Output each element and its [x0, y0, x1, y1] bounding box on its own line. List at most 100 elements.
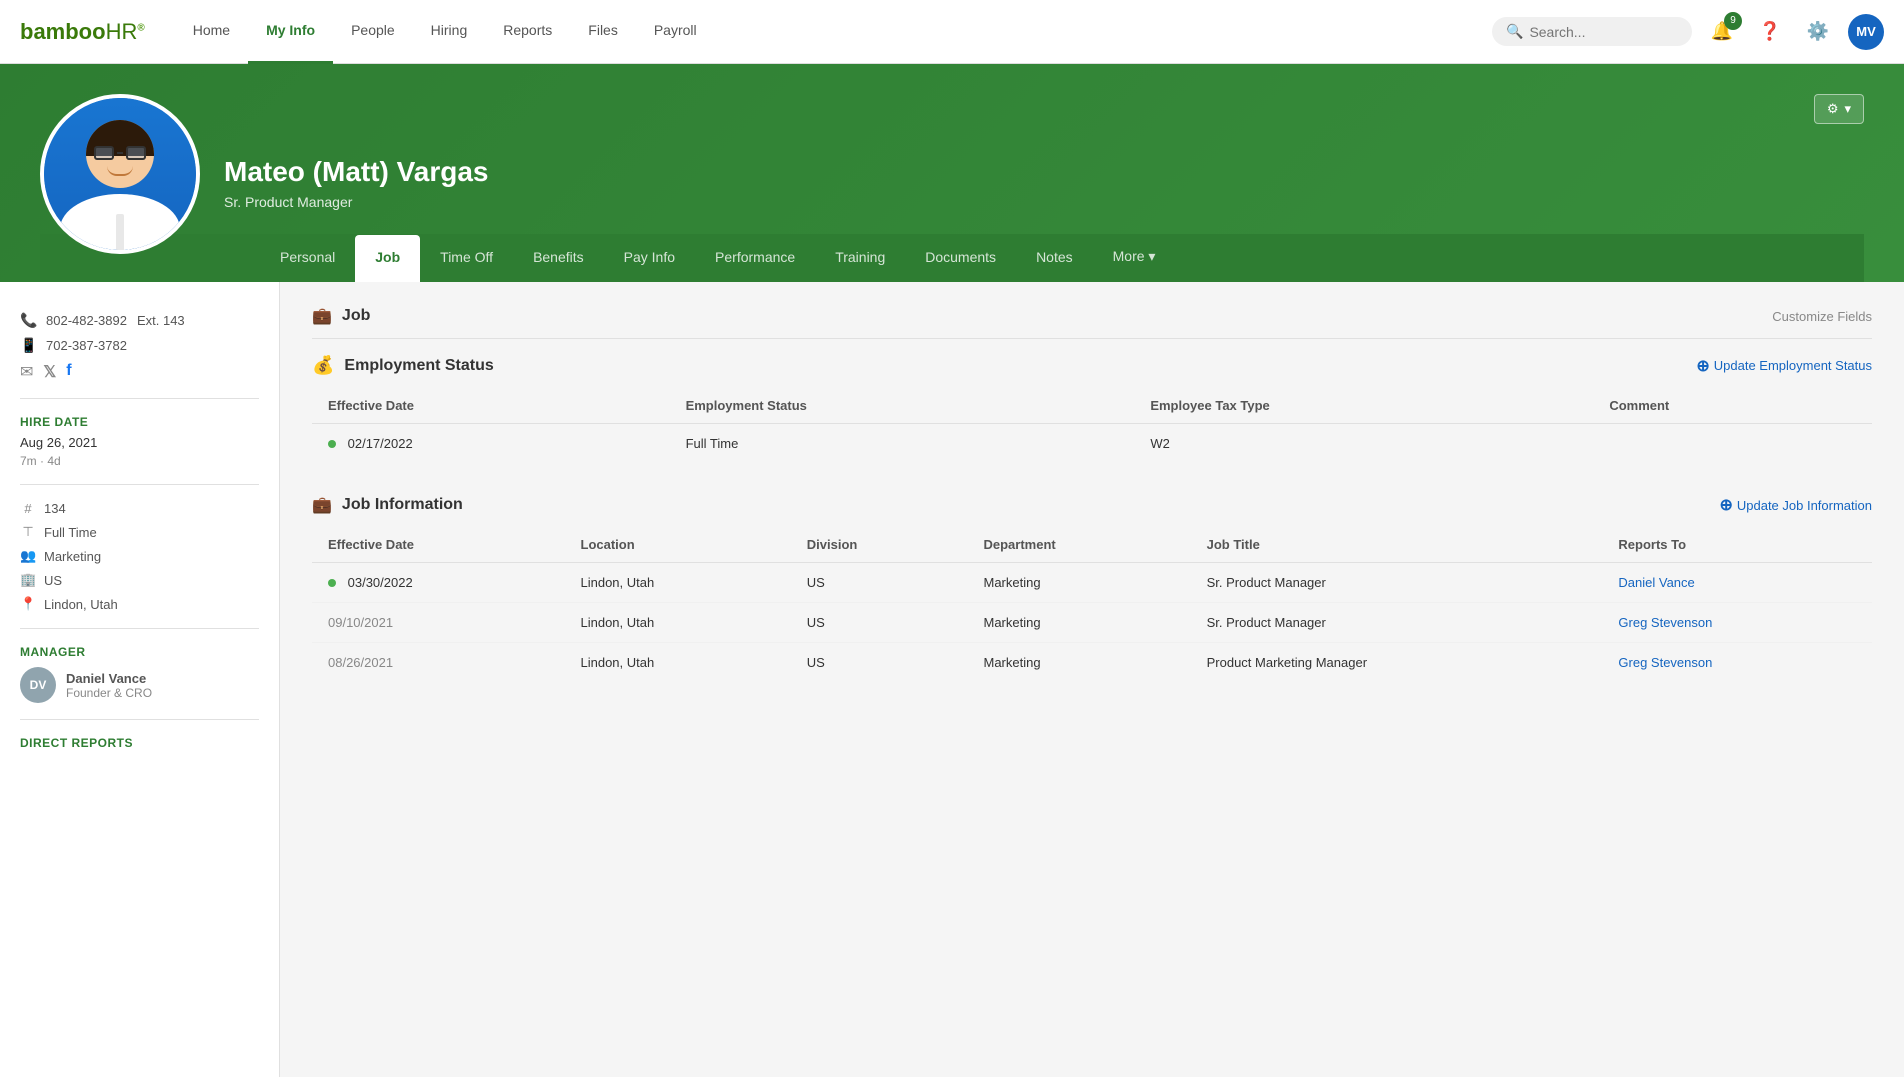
settings-dropdown-arrow: ▾ — [1844, 101, 1851, 117]
update-job-info-link[interactable]: ⊕ Update Job Information — [1719, 495, 1872, 515]
hire-date-value: Aug 26, 2021 — [20, 435, 259, 450]
job-row-2-date: 09/10/2021 — [312, 603, 565, 643]
col-location: Location — [565, 527, 791, 563]
tab-personal[interactable]: Personal — [260, 235, 355, 282]
nav-reports[interactable]: Reports — [485, 0, 570, 64]
manager-avatar: DV — [20, 667, 56, 703]
nav-payroll[interactable]: Payroll — [636, 0, 715, 64]
table-row: 02/17/2022 Full Time W2 — [312, 424, 1872, 464]
tab-benefits[interactable]: Benefits — [513, 235, 604, 282]
job-info-title: 💼 Job Information — [312, 495, 463, 515]
job-row-3-division: US — [791, 643, 968, 683]
job-section-header: 💼 Job Customize Fields — [312, 306, 1872, 326]
division-icon: 🏢 — [20, 572, 36, 588]
employment-status-table: Effective Date Employment Status Employe… — [312, 388, 1872, 463]
department-stat: 👥 Marketing — [20, 548, 259, 564]
employment-status-header: 💰 Employment Status ⊕ Update Employment … — [312, 355, 1872, 376]
job-row-2-title: Sr. Product Manager — [1191, 603, 1603, 643]
job-row-2-location: Lindon, Utah — [565, 603, 791, 643]
emp-status-value: Full Time — [670, 424, 1135, 464]
notifications-button[interactable]: 🔔 9 — [1704, 14, 1740, 50]
job-title-text: Job — [342, 307, 370, 325]
tab-pay-info[interactable]: Pay Info — [604, 235, 695, 282]
emp-status-date: 02/17/2022 — [312, 424, 670, 464]
hire-date-label: Hire Date — [20, 415, 259, 429]
notification-badge: 9 — [1724, 12, 1742, 30]
sub-nav: Personal Job Time Off Benefits Pay Info … — [40, 234, 1864, 282]
col-eff-date: Effective Date — [312, 527, 565, 563]
main-content: 📞 802-482-3892 Ext. 143 📱 702-387-3782 ✉… — [0, 282, 1904, 1077]
job-section-title: 💼 Job — [312, 306, 370, 326]
manager-label: Manager — [20, 645, 259, 659]
department-icon: 👥 — [20, 548, 36, 564]
profile-header: Mateo (Matt) Vargas Sr. Product Manager … — [0, 64, 1904, 282]
email-icon[interactable]: ✉ — [20, 362, 33, 382]
nav-my-info[interactable]: My Info — [248, 0, 333, 64]
division-stat: 🏢 US — [20, 572, 259, 588]
mobile-item: 📱 702-387-3782 — [20, 337, 259, 354]
nav-hiring[interactable]: Hiring — [413, 0, 486, 64]
active-dot-2 — [328, 579, 336, 587]
mobile-number: 702-387-3782 — [46, 338, 127, 353]
division-value: US — [44, 573, 62, 588]
briefcase-icon: 💼 — [312, 306, 332, 326]
col-job-title: Job Title — [1191, 527, 1603, 563]
col-comment: Comment — [1593, 388, 1872, 424]
search-icon: 🔍 — [1506, 23, 1523, 40]
nav-home[interactable]: Home — [175, 0, 248, 64]
plus-icon: ⊕ — [1696, 356, 1709, 376]
logo: bambooHR® — [20, 19, 145, 45]
active-dot — [328, 440, 336, 448]
job-divider — [312, 338, 1872, 339]
job-row-1-reports-to[interactable]: Daniel Vance — [1602, 563, 1872, 603]
job-row-2-department: Marketing — [968, 603, 1191, 643]
tab-performance[interactable]: Performance — [695, 235, 815, 282]
job-row-3-reports-to[interactable]: Greg Stevenson — [1602, 643, 1872, 683]
tab-more[interactable]: More ▾ — [1093, 234, 1176, 282]
phone-number: 802-482-3892 — [46, 313, 127, 328]
customize-fields-link[interactable]: Customize Fields — [1772, 309, 1872, 324]
search-input[interactable] — [1529, 24, 1678, 40]
hire-tenure: 7m · 4d — [20, 454, 259, 468]
profile-title: Sr. Product Manager — [224, 194, 489, 210]
col-division: Division — [791, 527, 968, 563]
employment-icon: 💰 — [312, 355, 334, 376]
tab-notes[interactable]: Notes — [1016, 235, 1093, 282]
tab-documents[interactable]: Documents — [905, 235, 1016, 282]
job-row-1-location: Lindon, Utah — [565, 563, 791, 603]
nav-files[interactable]: Files — [570, 0, 636, 64]
id-icon: # — [20, 501, 36, 516]
manager-row: DV Daniel Vance Founder & CRO — [20, 667, 259, 703]
content-area: 💼 Job Customize Fields 💰 Employment Stat… — [280, 282, 1904, 1077]
table-row: 09/10/2021 Lindon, Utah US Marketing Sr.… — [312, 603, 1872, 643]
location-icon: 📍 — [20, 596, 36, 612]
twitter-icon[interactable]: 𝕏 — [43, 362, 56, 382]
search-box[interactable]: 🔍 — [1492, 17, 1692, 46]
job-row-2-reports-to[interactable]: Greg Stevenson — [1602, 603, 1872, 643]
main-nav: Home My Info People Hiring Reports Files… — [175, 0, 1492, 64]
facebook-icon[interactable]: f — [66, 362, 71, 382]
job-row-3-title: Product Marketing Manager — [1191, 643, 1603, 683]
table-row: 03/30/2022 Lindon, Utah US Marketing Sr.… — [312, 563, 1872, 603]
sidebar-divider-1 — [20, 398, 259, 399]
job-row-3-date: 08/26/2021 — [312, 643, 565, 683]
emp-comment — [1593, 424, 1872, 464]
job-row-3-department: Marketing — [968, 643, 1191, 683]
employment-type: Full Time — [44, 525, 97, 540]
location-value: Lindon, Utah — [44, 597, 118, 612]
tab-time-off[interactable]: Time Off — [420, 235, 513, 282]
nav-right: 🔍 🔔 9 ❓ ⚙️ MV — [1492, 14, 1884, 50]
tab-training[interactable]: Training — [815, 235, 905, 282]
tab-job[interactable]: Job — [355, 235, 420, 282]
update-employment-link[interactable]: ⊕ Update Employment Status — [1696, 356, 1872, 376]
employee-id: 134 — [44, 501, 66, 516]
settings-button[interactable]: ⚙️ — [1800, 14, 1836, 50]
manager-name[interactable]: Daniel Vance — [66, 671, 152, 686]
job-info-icon: 💼 — [312, 495, 332, 515]
help-button[interactable]: ❓ — [1752, 14, 1788, 50]
profile-settings-button[interactable]: ⚙ ▾ — [1814, 94, 1864, 124]
nav-people[interactable]: People — [333, 0, 413, 64]
user-avatar[interactable]: MV — [1848, 14, 1884, 50]
job-info-header: 💼 Job Information ⊕ Update Job Informati… — [312, 495, 1872, 515]
employee-id-stat: # 134 — [20, 501, 259, 516]
